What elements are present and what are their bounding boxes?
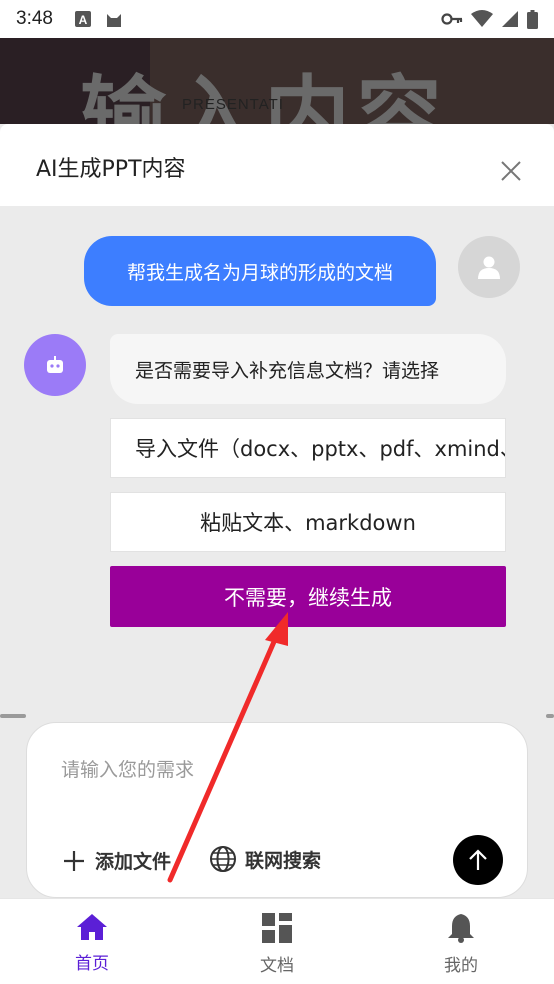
input-panel: 添加文件 联网搜索: [26, 722, 528, 898]
plus-icon: [64, 850, 84, 871]
svg-text:A: A: [79, 13, 88, 27]
add-file-label: 添加文件: [95, 851, 172, 873]
request-input[interactable]: [61, 759, 481, 781]
bot-avatar: [24, 334, 86, 396]
background-banner: 输入内容 PRESENTATI: [0, 38, 554, 124]
wifi-icon: [471, 10, 493, 27]
signal-icon: [502, 11, 518, 27]
status-time: 3:48: [16, 8, 53, 29]
nav-label-mine: 我的: [444, 956, 478, 976]
cat-icon: [106, 14, 121, 27]
a-box-icon: A: [74, 11, 91, 27]
scroll-indicator: [0, 714, 26, 718]
close-button[interactable]: [498, 158, 524, 184]
arrow-up-icon: [469, 849, 487, 870]
nav-label-home: 首页: [75, 954, 109, 974]
nav-item-docs[interactable]: 文档: [222, 913, 332, 976]
grid-icon: [262, 913, 292, 943]
home-icon: [77, 914, 107, 940]
send-button[interactable]: [453, 835, 503, 885]
user-message-bubble: 帮我生成名为月球的形成的文档: [84, 236, 436, 306]
user-icon: [478, 256, 500, 279]
sheet-header: AI生成PPT内容: [0, 124, 554, 206]
background-subtitle: PRESENTATI: [182, 96, 284, 113]
robot-icon: [47, 356, 63, 373]
add-file-button[interactable]: 添加文件: [63, 847, 171, 874]
battery-icon: [527, 9, 538, 29]
nav-label-docs: 文档: [260, 956, 294, 976]
bell-icon: [448, 914, 474, 943]
web-search-label: 联网搜索: [245, 849, 322, 872]
nav-item-home[interactable]: 首页: [37, 913, 147, 974]
bottom-nav: 首页 文档 我的: [0, 898, 554, 984]
key-icon: [441, 13, 463, 25]
status-bar: 3:48 A: [0, 0, 554, 38]
globe-icon: [210, 846, 236, 872]
close-icon: [501, 161, 521, 181]
sheet-title: AI生成PPT内容: [36, 157, 186, 182]
nav-item-mine[interactable]: 我的: [406, 913, 516, 976]
paste-text-option[interactable]: 粘贴文本、markdown: [110, 492, 506, 552]
scroll-indicator: [546, 714, 554, 718]
import-file-option[interactable]: 导入文件（docx、pptx、pdf、xmind、: [110, 418, 506, 478]
web-search-button[interactable]: 联网搜索: [209, 845, 321, 873]
continue-generate-button[interactable]: 不需要，继续生成: [110, 566, 506, 627]
bot-message-bubble: 是否需要导入补充信息文档？请选择: [110, 334, 506, 404]
user-avatar: [458, 236, 520, 298]
